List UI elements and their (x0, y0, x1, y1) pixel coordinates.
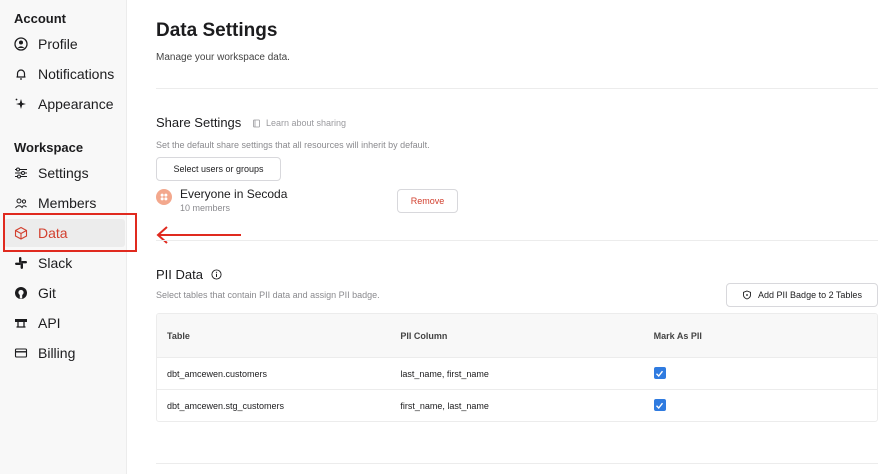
group-avatar (156, 189, 172, 205)
sidebar-item-label: API (38, 315, 61, 331)
pii-data-description: Select tables that contain PII data and … (156, 290, 380, 300)
page-subtitle: Manage your workspace data. (156, 52, 290, 63)
mark-as-pii-checkbox[interactable] (653, 367, 666, 380)
divider (156, 88, 878, 89)
credit-card-icon (14, 346, 28, 360)
github-icon (14, 286, 28, 300)
table-row: dbt_amcewen.customers last_name, first_n… (157, 357, 877, 389)
sidebar-item-billing[interactable]: Billing (4, 339, 125, 367)
pii-data-title-label: PII Data (156, 267, 203, 282)
table-row: dbt_amcewen.stg_customers first_name, la… (157, 389, 877, 421)
share-settings-description: Set the default share settings that all … (156, 140, 430, 150)
mark-as-pii-cell (644, 367, 877, 380)
api-icon (14, 316, 28, 330)
sidebar-item-settings[interactable]: Settings (4, 159, 125, 187)
sparkle-icon (14, 97, 28, 111)
workspace-section-label: Workspace (14, 140, 84, 155)
info-icon[interactable] (211, 269, 222, 280)
sidebar-item-label: Appearance (38, 96, 114, 112)
column-header-table: Table (167, 330, 190, 341)
checkmark-icon (656, 370, 664, 377)
divider (156, 463, 878, 464)
table-name-cell: dbt_amcewen.customers (167, 368, 268, 379)
checkmark-icon (656, 402, 664, 409)
sidebar-item-slack[interactable]: Slack (4, 249, 125, 277)
pii-table: Table PII Column Mark As PII dbt_amcewen… (156, 313, 878, 422)
slack-icon (14, 256, 28, 270)
table-name-cell: dbt_amcewen.stg_customers (167, 400, 285, 411)
learn-link-label: Learn about sharing (266, 118, 347, 128)
user-circle-icon (14, 37, 28, 51)
shield-icon (742, 290, 752, 300)
pii-column-cell: last_name, first_name (400, 368, 489, 379)
sidebar-item-label: Members (38, 195, 97, 211)
add-pii-badge-label: Add PII Badge to 2 Tables (758, 290, 862, 300)
sidebar-item-label: Git (38, 285, 56, 301)
mark-as-pii-checkbox[interactable] (653, 399, 666, 412)
data-highlight-box (3, 213, 137, 252)
bell-icon (14, 67, 28, 81)
member-row: Everyone in Secoda 10 members (156, 187, 287, 213)
account-section-label: Account (14, 11, 66, 26)
add-pii-badge-button[interactable]: Add PII Badge to 2 Tables (726, 283, 878, 307)
sidebar-item-label: Billing (38, 345, 76, 361)
column-header-mark-as-pii: Mark As PII (653, 330, 702, 341)
sliders-icon (14, 166, 28, 180)
page-title: Data Settings (156, 20, 278, 41)
pii-column-cell: first_name, last_name (400, 400, 489, 411)
learn-about-sharing-link[interactable]: Learn about sharing (252, 118, 346, 128)
divider (156, 240, 878, 241)
sidebar-item-label: Settings (38, 165, 89, 181)
sidebar-item-appearance[interactable]: Appearance (4, 90, 125, 118)
sidebar-item-profile[interactable]: Profile (4, 30, 125, 58)
book-icon (252, 119, 261, 128)
main-content: Data Settings Manage your workspace data… (127, 0, 886, 474)
member-name: Everyone in Secoda (180, 187, 288, 201)
mark-as-pii-cell (644, 399, 877, 412)
sidebar-item-api[interactable]: API (4, 309, 125, 337)
table-header-row: Table PII Column Mark As PII (157, 314, 877, 357)
share-settings-title: Share Settings (156, 115, 242, 130)
sidebar-item-notifications[interactable]: Notifications (4, 60, 125, 88)
column-header-pii-column: PII Column (400, 330, 448, 341)
sidebar-item-label: Slack (38, 255, 73, 271)
select-users-or-groups-button[interactable]: Select users or groups (156, 157, 281, 181)
sidebar-item-git[interactable]: Git (4, 279, 125, 307)
users-icon (14, 196, 28, 210)
sidebar-item-label: Profile (38, 36, 78, 52)
pii-data-title: PII Data (156, 267, 222, 282)
remove-button[interactable]: Remove (397, 189, 458, 213)
sidebar-item-label: Notifications (38, 66, 115, 82)
member-count: 10 members (180, 203, 231, 213)
